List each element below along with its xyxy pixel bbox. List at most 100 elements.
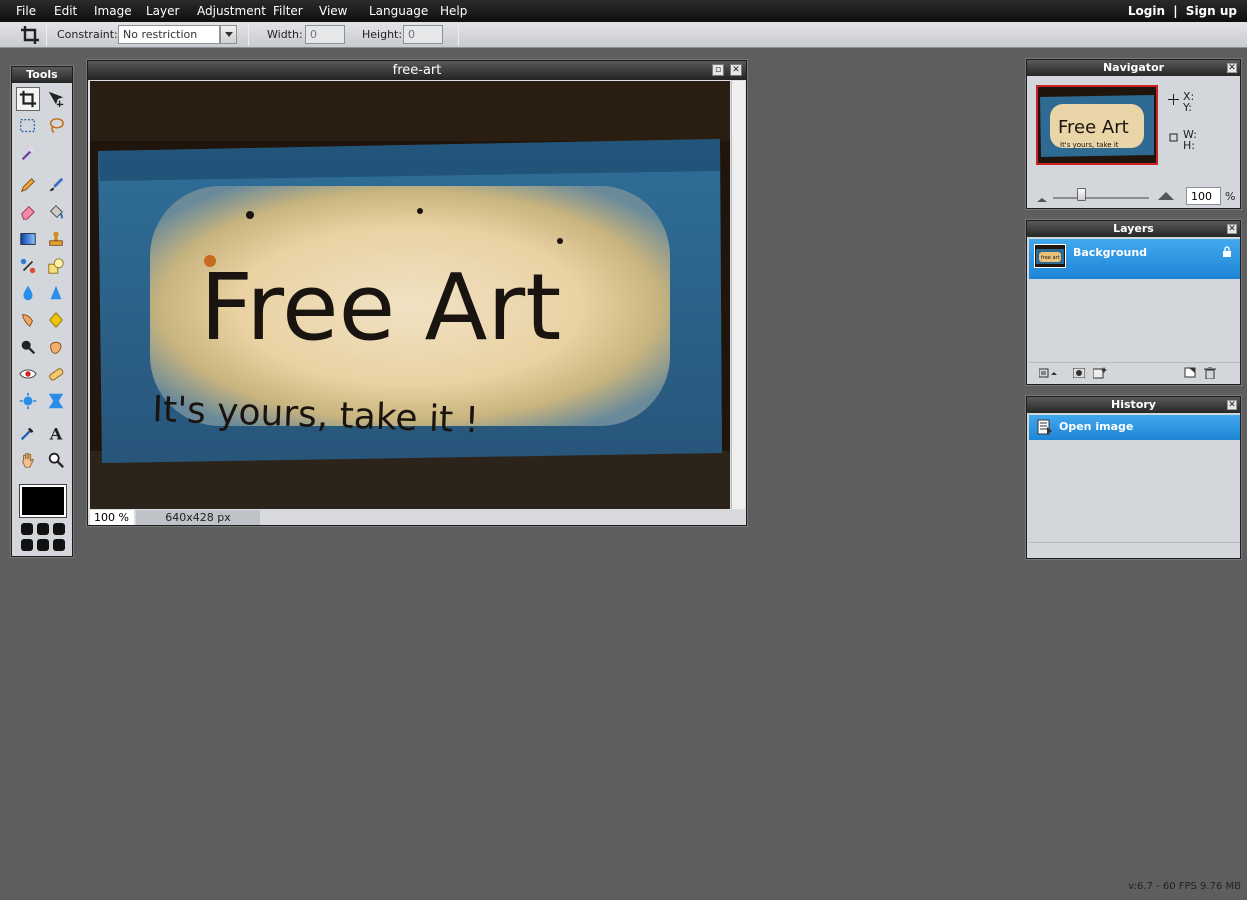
hand-icon[interactable]: [16, 448, 40, 472]
zoom-in-icon[interactable]: [1158, 190, 1174, 204]
image-canvas[interactable]: Free Art It's yours, take it !: [90, 81, 730, 509]
text-icon[interactable]: A: [44, 421, 68, 445]
color-picker-icon[interactable]: [16, 421, 40, 445]
h-label: H:: [1183, 139, 1195, 152]
bloat-icon[interactable]: [16, 389, 40, 413]
navigator-zoom-input[interactable]: 100: [1186, 187, 1221, 205]
navigator-title-text: Navigator: [1102, 61, 1165, 74]
history-title-text: History: [1111, 398, 1156, 411]
menu-image[interactable]: Image: [94, 4, 132, 18]
navigator-thumb-text-main: Free Art: [1058, 117, 1129, 138]
layer-name: Background: [1073, 246, 1148, 259]
magic-wand-icon[interactable]: [16, 141, 40, 165]
document-title-bar[interactable]: free-art ▫ ✕: [88, 61, 746, 80]
move-icon[interactable]: [44, 87, 68, 111]
mini-button[interactable]: [21, 539, 33, 551]
size-icon: [1168, 132, 1179, 146]
menu-filter[interactable]: Filter: [273, 4, 303, 18]
mini-button[interactable]: [37, 539, 49, 551]
constraint-label: Constraint:: [57, 28, 118, 41]
navigator-thumbnail[interactable]: Free Art It's yours, take it: [1036, 85, 1158, 165]
menu-file[interactable]: File: [16, 4, 36, 18]
zoom-field[interactable]: 100 %: [90, 510, 134, 525]
auth-separator: |: [1173, 4, 1178, 18]
crop-icon[interactable]: [20, 25, 40, 48]
history-item-label: Open image: [1059, 420, 1134, 433]
close-icon[interactable]: ✕: [1227, 63, 1237, 73]
new-layer-icon[interactable]: [1184, 367, 1196, 381]
login-link[interactable]: Login: [1128, 4, 1165, 18]
layer-row[interactable]: free art Background: [1029, 239, 1240, 279]
layers-panel: Layers ✕ free art Background: [1026, 220, 1241, 385]
lock-icon: [1222, 246, 1232, 261]
image-size-label: 640x428 px: [136, 510, 260, 525]
burn-icon[interactable]: [44, 335, 68, 359]
color-replace-icon[interactable]: [16, 254, 40, 278]
navigator-title: Navigator ✕: [1027, 60, 1240, 76]
close-icon[interactable]: ✕: [1227, 224, 1237, 234]
maximize-icon[interactable]: ▫: [712, 64, 724, 76]
blur-icon[interactable]: [16, 281, 40, 305]
smudge-icon[interactable]: [16, 308, 40, 332]
mini-button[interactable]: [53, 523, 65, 535]
layer-thumbnail: free art: [1034, 244, 1066, 268]
spot-heal-icon[interactable]: [44, 362, 68, 386]
layer-mask-icon[interactable]: [1072, 367, 1086, 381]
layer-style-icon[interactable]: [1092, 367, 1107, 382]
foreground-color-swatch[interactable]: [19, 484, 67, 518]
layer-thumb-text: free art: [1041, 255, 1060, 261]
history-footer: [1029, 542, 1240, 556]
shape-icon[interactable]: [44, 254, 68, 278]
signup-link[interactable]: Sign up: [1186, 4, 1237, 18]
height-label: Height:: [362, 28, 403, 41]
menu-adjustment[interactable]: Adjustment: [197, 4, 266, 18]
clone-stamp-icon[interactable]: [44, 227, 68, 251]
pencil-icon[interactable]: [16, 173, 40, 197]
image-text-main: Free Art: [200, 254, 561, 361]
dodge-icon[interactable]: [16, 335, 40, 359]
vertical-scrollbar[interactable]: [731, 81, 745, 509]
red-eye-icon[interactable]: [16, 362, 40, 386]
bucket-icon[interactable]: [44, 200, 68, 224]
constraint-select[interactable]: No restriction: [118, 25, 220, 44]
layer-settings-icon[interactable]: [1038, 367, 1057, 381]
mini-button[interactable]: [21, 523, 33, 535]
close-icon[interactable]: ✕: [1227, 400, 1237, 410]
menu-layer[interactable]: Layer: [146, 4, 179, 18]
sponge-icon[interactable]: [44, 308, 68, 332]
menu-view[interactable]: View: [319, 4, 347, 18]
layers-title-text: Layers: [1113, 222, 1154, 235]
zoom-slider-track[interactable]: [1053, 197, 1149, 199]
version-info: v:6.7 - 60 FPS 9.76 MB: [1128, 881, 1241, 892]
zoom-out-icon[interactable]: [1037, 192, 1047, 206]
height-input[interactable]: 0: [403, 25, 443, 44]
menu-language[interactable]: Language: [369, 4, 428, 18]
eraser-icon[interactable]: [16, 200, 40, 224]
menu-help[interactable]: Help: [440, 4, 467, 18]
zoom-slider-handle[interactable]: [1077, 188, 1086, 201]
svg-text:A: A: [49, 424, 63, 442]
document-status-bar: 100 % 640x428 px: [90, 510, 745, 525]
close-icon[interactable]: ✕: [730, 64, 742, 76]
document-icon: [1037, 419, 1053, 438]
pinch-icon[interactable]: [44, 389, 68, 413]
chevron-down-icon[interactable]: [220, 25, 237, 44]
zoom-icon[interactable]: [44, 448, 68, 472]
tools-panel: Tools A: [11, 66, 73, 557]
brush-icon[interactable]: [44, 173, 68, 197]
sharpen-icon[interactable]: [44, 281, 68, 305]
gradient-icon[interactable]: [16, 227, 40, 251]
mini-button[interactable]: [37, 523, 49, 535]
layers-footer: [1029, 362, 1240, 382]
trash-icon[interactable]: [1204, 366, 1216, 382]
separator: [248, 24, 249, 46]
menu-edit[interactable]: Edit: [54, 4, 77, 18]
mini-button[interactable]: [53, 539, 65, 551]
navigator-thumb-text-sub: It's yours, take it: [1060, 141, 1119, 149]
crop-icon[interactable]: [16, 87, 40, 111]
marquee-icon[interactable]: [16, 114, 40, 138]
lasso-icon[interactable]: [44, 114, 68, 138]
history-item[interactable]: Open image: [1029, 415, 1240, 440]
tool-options-bar: Constraint: No restriction Width: 0 Heig…: [0, 22, 1247, 48]
width-input[interactable]: 0: [305, 25, 345, 44]
